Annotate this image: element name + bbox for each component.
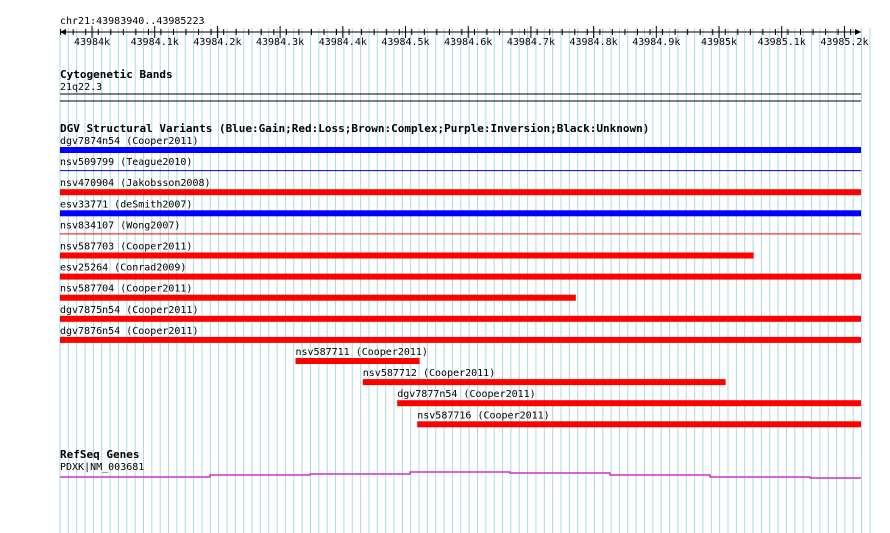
ruler-right-arrow-icon: [855, 29, 861, 35]
ruler-tick-label: 43984.9k: [632, 37, 680, 48]
ruler-tick-label: 43984k: [74, 37, 110, 48]
variant-bar[interactable]: [60, 189, 861, 196]
variant-bar[interactable]: [295, 358, 420, 364]
ruler-tick-label: 43985.2k: [820, 37, 868, 48]
variant-label[interactable]: esv33771 (deSmith2007): [60, 199, 192, 210]
dgv-track-title: DGV Structural Variants (Blue:Gain;Red:L…: [60, 122, 649, 135]
ruler-tick-label: 43984.5k: [381, 37, 429, 48]
variant-label[interactable]: nsv587716 (Cooper2011): [417, 410, 549, 421]
grid-lines: [59, 28, 871, 533]
variant-bar[interactable]: [60, 315, 861, 322]
ruler-tick-label: 43984.4k: [319, 37, 367, 48]
variant-bar[interactable]: [417, 421, 861, 428]
location-label: chr21:43983940..43985223: [60, 16, 205, 27]
ruler-tick-label: 43984.3k: [256, 37, 304, 48]
ruler-tick-label: 43984.6k: [444, 37, 492, 48]
variant-bar[interactable]: [60, 210, 861, 217]
variant-label[interactable]: nsv587703 (Cooper2011): [60, 242, 192, 253]
ruler-tick-label: 43985k: [701, 37, 737, 48]
ruler-tick-label: 43984.8k: [570, 37, 618, 48]
cytoband-label: 21q22.3: [60, 82, 102, 93]
variant-label[interactable]: dgv7877n54 (Cooper2011): [397, 389, 535, 400]
variant-bar[interactable]: [60, 147, 861, 153]
variant-label[interactable]: esv25264 (Conrad2009): [60, 263, 186, 274]
variant-label[interactable]: nsv587711 (Cooper2011): [295, 347, 427, 358]
variant-label[interactable]: dgv7875n54 (Cooper2011): [60, 305, 198, 316]
variant-bar[interactable]: [60, 252, 754, 259]
variant-bar[interactable]: [60, 233, 861, 235]
ruler-tick-label: 43984.7k: [507, 37, 555, 48]
variant-label[interactable]: dgv7874n54 (Cooper2011): [60, 136, 198, 147]
ruler-tick-label: 43985.1k: [758, 37, 806, 48]
variant-bar[interactable]: [60, 273, 861, 280]
scale-ruler: 43984k 43984.1k 43984.2k 43984.3k 43984.4k 43…: [60, 26, 868, 48]
cytoband-track-title: Cytogenetic Bands: [60, 68, 173, 81]
variant-label[interactable]: nsv509799 (Teague2010): [60, 157, 192, 168]
genome-browser: chr21:43983940..43985223 43984k 43984.1k 4…: [59, 16, 871, 533]
variant-bar[interactable]: [60, 170, 861, 172]
variant-label[interactable]: nsv587704 (Cooper2011): [60, 284, 192, 295]
variant-bar[interactable]: [60, 294, 576, 301]
variant-bar[interactable]: [60, 336, 861, 343]
ruler-tick-label: 43984.1k: [131, 37, 179, 48]
refseq-gene-label[interactable]: PDXK|NM_003681: [60, 462, 144, 473]
variant-bar[interactable]: [397, 400, 861, 407]
variant-label[interactable]: dgv7876n54 (Cooper2011): [60, 326, 198, 337]
variant-label[interactable]: nsv834107 (Wong2007): [60, 220, 180, 231]
refseq-track-title: RefSeq Genes: [60, 448, 139, 461]
variant-bar[interactable]: [362, 379, 726, 386]
ruler-tick-label: 43984.2k: [193, 37, 241, 48]
variant-label[interactable]: nsv470904 (Jakobsson2008): [60, 178, 211, 189]
variant-label[interactable]: nsv587712 (Cooper2011): [363, 368, 495, 379]
